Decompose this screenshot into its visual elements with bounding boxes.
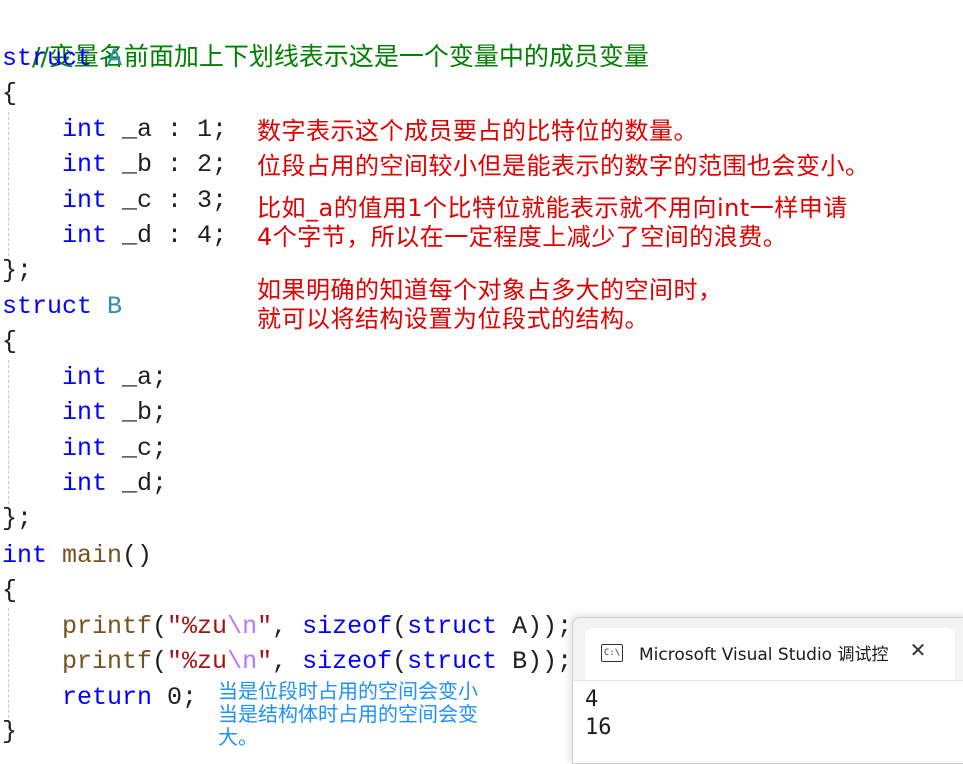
keyword-struct: struct bbox=[407, 647, 498, 676]
paren: ( bbox=[152, 612, 168, 641]
code-line-field-a: int _a; bbox=[2, 361, 167, 395]
format-string: "%zu bbox=[167, 647, 228, 676]
comma: , bbox=[272, 612, 303, 641]
function-printf: printf bbox=[62, 612, 153, 641]
code-line-close-brace: }; bbox=[2, 504, 33, 533]
field-d-bits: _d : 4; bbox=[122, 221, 228, 250]
code-line-struct-a: struct A bbox=[2, 42, 122, 76]
keyword-int: int bbox=[62, 115, 108, 144]
return-value: 0; bbox=[152, 683, 198, 712]
keyword-int: int bbox=[62, 221, 108, 250]
arg-b-tail: B)); bbox=[497, 647, 573, 676]
debug-console-window[interactable]: C:\ Microsoft Visual Studio 调试控 ✕ 4 16 bbox=[572, 617, 963, 764]
paren: ( bbox=[392, 647, 408, 676]
annotation-struct-larger: 当是结构体时占用的空间会变 bbox=[218, 702, 478, 726]
keyword-sizeof: sizeof bbox=[302, 647, 393, 676]
code-line-printf-a: printf("%zu\n", sizeof(struct A)); bbox=[2, 610, 572, 644]
struct-name-a: A bbox=[107, 44, 123, 73]
keyword-int: int bbox=[62, 469, 108, 498]
field-a-bits: _a : 1; bbox=[122, 115, 228, 144]
format-string-end: " bbox=[257, 647, 273, 676]
paren: ( bbox=[152, 647, 168, 676]
function-main: main bbox=[62, 541, 123, 570]
keyword-int: int bbox=[62, 186, 108, 215]
code-line-field-b: int _b : 2; bbox=[2, 148, 227, 182]
keyword-struct: struct bbox=[2, 44, 93, 73]
code-line-return: return 0; bbox=[2, 681, 197, 715]
arg-a-tail: A)); bbox=[497, 612, 573, 641]
keyword-int: int bbox=[62, 398, 108, 427]
paren: ( bbox=[392, 612, 408, 641]
output-line-2: 16 bbox=[585, 715, 612, 740]
code-line-open-brace: { bbox=[2, 79, 18, 108]
annotation-bits-count: 数字表示这个成员要占的比特位的数量。 bbox=[257, 117, 698, 145]
annotation-struct-larger-end: 大。 bbox=[218, 725, 258, 749]
code-line-close-brace: }; bbox=[2, 256, 33, 285]
code-line-field-a: int _a : 1; bbox=[2, 113, 227, 147]
keyword-struct: struct bbox=[407, 612, 498, 641]
field-a: _a; bbox=[122, 363, 168, 392]
keyword-int: int bbox=[62, 363, 108, 392]
code-line-field-d: int _d; bbox=[2, 467, 167, 501]
code-line-printf-b: printf("%zu\n", sizeof(struct B)); bbox=[2, 645, 572, 679]
code-line-comment: //变量名前面加上下划线表示这是一个变量中的成员变量 bbox=[2, 6, 649, 71]
console-title: Microsoft Visual Studio 调试控 bbox=[639, 645, 889, 665]
code-line-field-c: int _c : 3; bbox=[2, 184, 227, 218]
console-tab[interactable]: C:\ Microsoft Visual Studio 调试控 ✕ bbox=[585, 628, 955, 680]
field-d: _d; bbox=[122, 469, 168, 498]
code-comment: //变量名前面加上下划线表示这是一个变量中的成员变量 bbox=[32, 42, 649, 71]
field-b-bits: _b : 2; bbox=[122, 150, 228, 179]
keyword-struct: struct bbox=[2, 292, 93, 321]
keyword-int: int bbox=[62, 150, 108, 179]
console-output: 4 16 bbox=[585, 686, 612, 742]
format-string: "%zu bbox=[167, 612, 228, 641]
comma: , bbox=[272, 647, 303, 676]
keyword-return: return bbox=[62, 683, 153, 712]
struct-name-b: B bbox=[107, 292, 123, 321]
annotation-usage-line1: 如果明确的知道每个对象占多大的空间时， bbox=[257, 276, 723, 304]
annotation-example-line1: 比如_a的值用1个比特位就能表示就不用向int一样申请 bbox=[257, 194, 848, 222]
escape-newline: \n bbox=[227, 647, 258, 676]
annotation-bitfield-smaller: 当是位段时占用的空间会变小 bbox=[218, 679, 478, 703]
keyword-sizeof: sizeof bbox=[302, 612, 393, 641]
field-c: _c; bbox=[122, 434, 168, 463]
code-line-field-d: int _d : 4; bbox=[2, 219, 227, 253]
close-icon[interactable]: ✕ bbox=[906, 638, 930, 662]
format-string-end: " bbox=[257, 612, 273, 641]
keyword-int: int bbox=[2, 541, 48, 570]
function-printf: printf bbox=[62, 647, 153, 676]
keyword-int: int bbox=[62, 434, 108, 463]
terminal-icon: C:\ bbox=[601, 644, 623, 662]
code-line-field-c: int _c; bbox=[2, 432, 167, 466]
annotation-range-smaller: 位段占用的空间较小但是能表示的数字的范围也会变小。 bbox=[257, 152, 870, 180]
output-line-1: 4 bbox=[585, 687, 599, 712]
code-line-open-brace: { bbox=[2, 327, 18, 356]
escape-newline: \n bbox=[227, 612, 258, 641]
console-titlebar[interactable]: C:\ Microsoft Visual Studio 调试控 ✕ bbox=[573, 618, 963, 681]
field-b: _b; bbox=[122, 398, 168, 427]
annotation-usage-line2: 就可以将结构设置为位段式的结构。 bbox=[257, 305, 649, 333]
code-line-close-main: } bbox=[2, 717, 18, 746]
code-line-field-b: int _b; bbox=[2, 396, 167, 430]
code-line-struct-b: struct B bbox=[2, 290, 122, 324]
code-line-open-brace: { bbox=[2, 576, 18, 605]
main-parens: () bbox=[122, 541, 153, 570]
code-line-main: int main() bbox=[2, 539, 152, 573]
annotation-example-line2: 4个字节，所以在一定程度上减少了空间的浪费。 bbox=[257, 223, 788, 251]
field-c-bits: _c : 3; bbox=[122, 186, 228, 215]
